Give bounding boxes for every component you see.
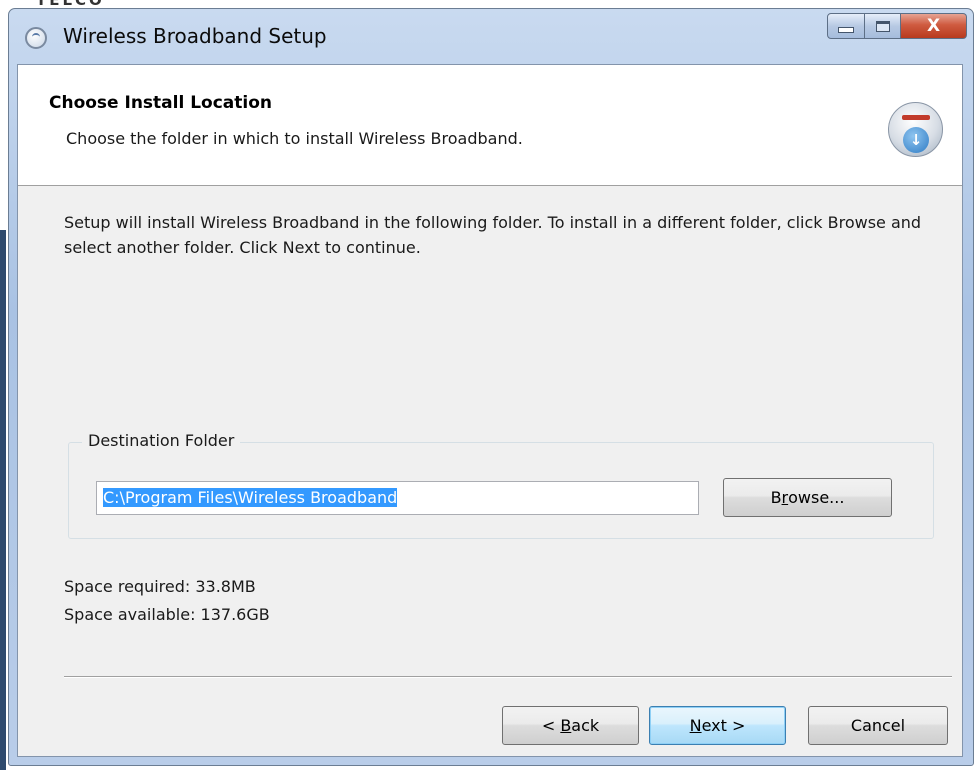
- maximize-icon: [875, 20, 890, 32]
- browse-button[interactable]: Br owse...: [723, 478, 892, 517]
- browse-label-pre: B: [770, 488, 782, 507]
- back-accelerator: B: [560, 716, 572, 735]
- close-icon: X: [926, 16, 941, 36]
- destination-folder-label: Destination Folder: [82, 431, 241, 450]
- browse-accelerator: r: [781, 488, 789, 507]
- setup-app-icon[interactable]: [25, 27, 47, 49]
- background-window-edge: [0, 230, 6, 770]
- back-label-post: ack: [571, 716, 600, 735]
- installer-badge: [902, 115, 930, 120]
- next-button[interactable]: Next >: [649, 706, 786, 745]
- wizard-client-area: Choose Install Location Choose the folde…: [17, 64, 963, 757]
- caption-buttons: X: [827, 13, 967, 41]
- title-bar[interactable]: Wireless Broadband Setup X: [9, 9, 973, 65]
- back-label-pre: <: [541, 716, 561, 735]
- minimize-icon: [838, 27, 854, 33]
- page-title: Choose Install Location: [49, 93, 273, 113]
- wizard-header: Choose Install Location Choose the folde…: [18, 65, 962, 186]
- page-subtitle: Choose the folder in which to install Wi…: [66, 129, 523, 148]
- close-button[interactable]: X: [901, 13, 967, 39]
- browse-label-post: owse...: [788, 488, 845, 507]
- next-label-post: ext >: [701, 716, 746, 735]
- download-arrow-icon: ↓: [903, 127, 929, 153]
- space-required: Space required: 33.8MB: [64, 577, 256, 596]
- footer-separator: [64, 676, 952, 678]
- maximize-button[interactable]: [865, 13, 901, 39]
- install-instructions: Setup will install Wireless Broadband in…: [64, 213, 922, 257]
- destination-path-value: C:\Program Files\Wireless Broadband: [103, 488, 398, 507]
- cancel-label: Cancel: [850, 716, 906, 735]
- destination-path-input[interactable]: C:\Program Files\Wireless Broadband: [96, 481, 699, 515]
- window-title: Wireless Broadband Setup: [63, 24, 327, 48]
- back-button[interactable]: < Back: [502, 706, 639, 745]
- space-available: Space available: 137.6GB: [64, 605, 270, 624]
- cancel-button[interactable]: Cancel: [808, 706, 948, 745]
- next-accelerator: N: [689, 716, 702, 735]
- installer-download-icon: ↓: [888, 102, 943, 157]
- minimize-button[interactable]: [827, 13, 865, 39]
- setup-window: Wireless Broadband Setup X Choose Instal…: [8, 8, 974, 766]
